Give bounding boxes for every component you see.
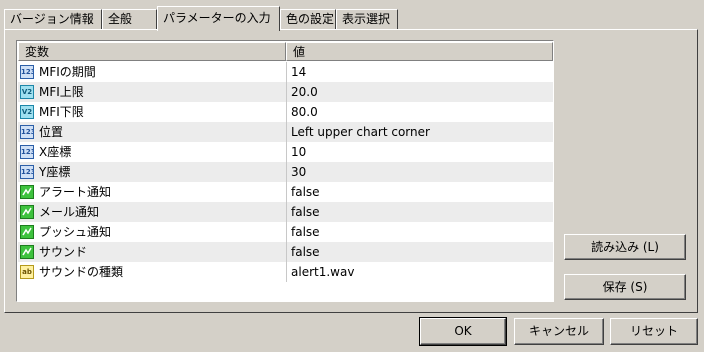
value-cell[interactable]: 10 bbox=[286, 142, 553, 162]
variable-name: メール通知 bbox=[39, 205, 100, 219]
bool-icon bbox=[20, 225, 34, 239]
bool-icon bbox=[20, 245, 34, 259]
table-row[interactable]: ab サウンドの種類 alert1.wav bbox=[18, 262, 553, 282]
table-row[interactable]: メール通知 false bbox=[18, 202, 553, 222]
variable-cell: アラート通知 bbox=[18, 182, 284, 202]
variable-cell: プッシュ通知 bbox=[18, 222, 284, 242]
variable-name: MFI上限 bbox=[39, 85, 84, 99]
double-icon: V2 bbox=[20, 105, 34, 119]
variable-cell: サウンド bbox=[18, 242, 284, 262]
variable-name: MFI下限 bbox=[39, 105, 84, 119]
reset-button[interactable]: リセット bbox=[610, 318, 698, 345]
table-row[interactable]: 123 位置 Left upper chart corner bbox=[18, 122, 553, 142]
int-icon: 123 bbox=[20, 65, 34, 79]
variable-cell: 123 位置 bbox=[18, 122, 284, 142]
bool-icon bbox=[20, 205, 34, 219]
int-icon: 123 bbox=[20, 165, 34, 179]
variable-cell: V2 MFI下限 bbox=[18, 102, 284, 122]
double-icon: V2 bbox=[20, 85, 34, 99]
tab-display-selection[interactable]: 表示選択 bbox=[336, 9, 398, 29]
variable-cell: V2 MFI上限 bbox=[18, 82, 284, 102]
table-row[interactable]: サウンド false bbox=[18, 242, 553, 262]
tab-general[interactable]: 全般 bbox=[102, 9, 157, 29]
value-cell[interactable]: false bbox=[286, 242, 553, 262]
variable-cell: ab サウンドの種類 bbox=[18, 262, 284, 282]
load-button[interactable]: 読み込み (L) bbox=[564, 234, 686, 260]
tab-parameters[interactable]: パラメーターの入力 bbox=[157, 6, 280, 31]
value-cell[interactable]: Left upper chart corner bbox=[286, 122, 553, 142]
table-row[interactable]: V2 MFI下限 80.0 bbox=[18, 102, 553, 122]
parameter-grid[interactable]: 変数 値 123MFIの期間14V2MFI上限20.0V2MFI下限80.012… bbox=[16, 40, 554, 302]
tab-color-settings[interactable]: 色の設定 bbox=[280, 9, 336, 29]
ok-button[interactable]: OK bbox=[419, 317, 507, 346]
variable-name: 位置 bbox=[39, 125, 64, 139]
column-header-variable[interactable]: 変数 bbox=[18, 42, 286, 61]
variable-name: サウンド bbox=[39, 245, 88, 259]
value-cell[interactable]: 80.0 bbox=[286, 102, 553, 122]
table-row[interactable]: V2 MFI上限 20.0 bbox=[18, 82, 553, 102]
variable-cell: 123 MFIの期間 bbox=[18, 62, 284, 82]
variable-name: MFIの期間 bbox=[39, 65, 96, 79]
value-cell[interactable]: false bbox=[286, 182, 553, 202]
variable-name: アラート通知 bbox=[39, 185, 112, 199]
int-icon: 123 bbox=[20, 145, 34, 159]
variable-name: プッシュ通知 bbox=[39, 225, 112, 239]
variable-name: Y座標 bbox=[39, 165, 71, 179]
table-row[interactable]: プッシュ通知 false bbox=[18, 222, 553, 242]
variable-cell: 123 Y座標 bbox=[18, 162, 284, 182]
table-row[interactable]: 123 MFIの期間 14 bbox=[18, 62, 553, 82]
value-cell[interactable]: 14 bbox=[286, 62, 553, 82]
table-row[interactable]: アラート通知 false bbox=[18, 182, 553, 202]
value-cell[interactable]: 30 bbox=[286, 162, 553, 182]
variable-name: X座標 bbox=[39, 145, 72, 159]
bool-icon bbox=[20, 185, 34, 199]
int-icon: 123 bbox=[20, 125, 34, 139]
table-row[interactable]: 123 Y座標 30 bbox=[18, 162, 553, 182]
value-cell[interactable]: alert1.wav bbox=[286, 262, 553, 282]
grid-header: 変数 値 bbox=[18, 42, 553, 61]
variable-name: サウンドの種類 bbox=[39, 265, 124, 279]
value-cell[interactable]: 20.0 bbox=[286, 82, 553, 102]
cancel-button[interactable]: キャンセル bbox=[514, 318, 604, 345]
variable-cell: 123 X座標 bbox=[18, 142, 284, 162]
value-cell[interactable]: false bbox=[286, 222, 553, 242]
variable-cell: メール通知 bbox=[18, 202, 284, 222]
value-cell[interactable]: false bbox=[286, 202, 553, 222]
string-icon: ab bbox=[20, 265, 34, 279]
table-row[interactable]: 123 X座標 10 bbox=[18, 142, 553, 162]
column-header-value[interactable]: 値 bbox=[286, 42, 553, 61]
save-button[interactable]: 保存 (S) bbox=[564, 274, 686, 300]
tab-version-info[interactable]: バージョン情報 bbox=[4, 9, 102, 29]
